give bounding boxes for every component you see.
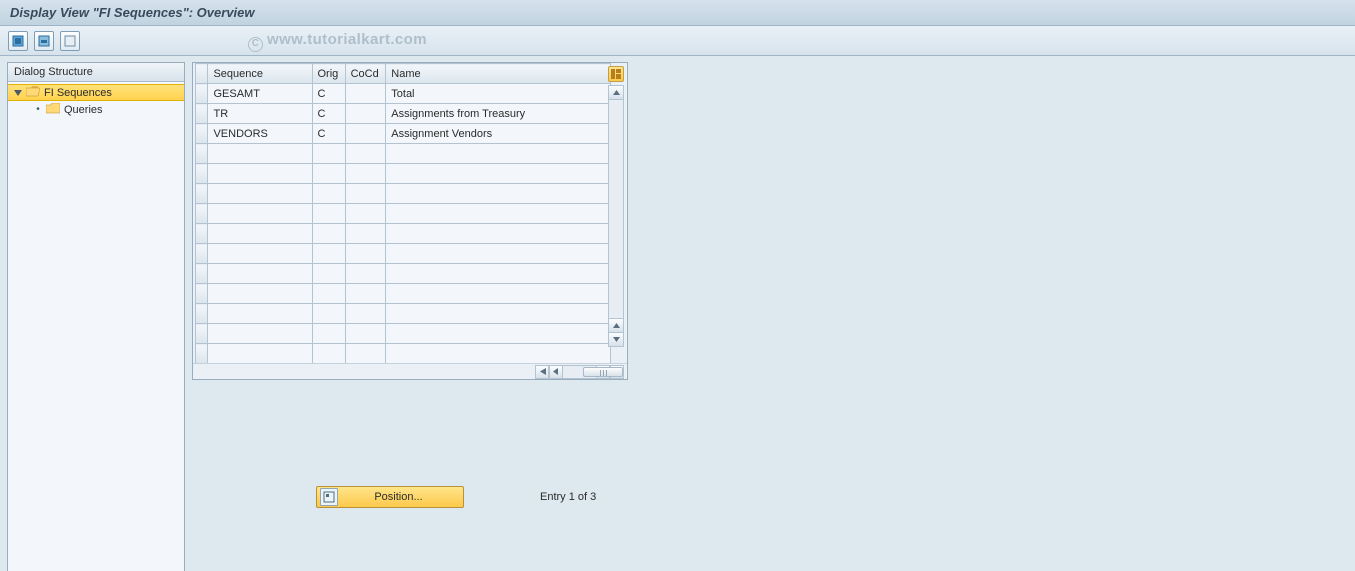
table-row-empty[interactable]	[196, 224, 611, 244]
tree-node-fi-sequences[interactable]: FI Sequences	[8, 84, 184, 101]
table-row-empty[interactable]	[196, 304, 611, 324]
application-toolbar: Cwww.tutorialkart.com	[0, 26, 1355, 56]
row-selector[interactable]	[196, 204, 208, 224]
scroll-up-icon[interactable]	[609, 86, 623, 100]
deselect-button[interactable]	[60, 31, 80, 51]
horizontal-scroll-area	[193, 363, 627, 379]
row-selector[interactable]	[196, 304, 208, 324]
scroll-down-icon[interactable]	[609, 332, 623, 346]
vertical-scrollbar[interactable]	[608, 85, 624, 347]
table-row-empty[interactable]	[196, 264, 611, 284]
position-button[interactable]: Position...	[316, 486, 464, 508]
row-selector[interactable]	[196, 84, 208, 104]
row-selector[interactable]	[196, 264, 208, 284]
cell-name[interactable]: Assignments from Treasury	[386, 104, 611, 124]
tree-node-queries[interactable]: • Queries	[8, 101, 184, 118]
tree-header: Dialog Structure	[8, 63, 184, 82]
row-selector[interactable]	[196, 144, 208, 164]
table-body: GESAMTC Total TRC Assignments from Treasury…	[196, 84, 611, 364]
table-row-empty[interactable]	[196, 324, 611, 344]
row-selector[interactable]	[196, 104, 208, 124]
scroll-first-icon[interactable]	[535, 365, 549, 379]
table-settings-button[interactable]	[608, 66, 624, 82]
entry-count: Entry 1 of 3	[540, 491, 596, 503]
row-selector[interactable]	[196, 284, 208, 304]
cell-cocd[interactable]	[345, 104, 386, 124]
data-table: Sequence Orig CoCd Name GESAMTC Total TRC A…	[195, 63, 611, 364]
cell-name[interactable]: Total	[386, 84, 611, 104]
column-header-name[interactable]: Name	[386, 64, 611, 84]
dialog-structure-panel: Dialog Structure FI Sequences • Queries	[7, 62, 185, 571]
watermark: Cwww.tutorialkart.com	[248, 31, 427, 52]
table-row-empty[interactable]	[196, 284, 611, 304]
tree-body: FI Sequences • Queries	[8, 82, 184, 571]
column-header-sequence[interactable]: Sequence	[208, 64, 312, 84]
row-selector[interactable]	[196, 244, 208, 264]
table-row[interactable]: GESAMTC Total	[196, 84, 611, 104]
cell-sequence[interactable]: TR	[208, 104, 312, 124]
position-button-label: Position...	[348, 491, 463, 503]
page-title: Display View "FI Sequences": Overview	[10, 5, 255, 20]
position-icon	[320, 488, 338, 506]
table-row-empty[interactable]	[196, 244, 611, 264]
cell-orig[interactable]: C	[312, 104, 345, 124]
table-row-empty[interactable]	[196, 144, 611, 164]
column-header-cocd[interactable]: CoCd	[345, 64, 386, 84]
h-scroll-thumb[interactable]	[583, 367, 623, 377]
row-selector[interactable]	[196, 164, 208, 184]
cell-orig[interactable]: C	[312, 84, 345, 104]
tree-node-label: FI Sequences	[44, 87, 112, 99]
table-row[interactable]: VENDORSC Assignment Vendors	[196, 124, 611, 144]
cell-cocd[interactable]	[345, 124, 386, 144]
select-all-button[interactable]	[8, 31, 28, 51]
folder-closed-icon	[46, 103, 60, 117]
row-selector[interactable]	[196, 344, 208, 364]
cell-cocd[interactable]	[345, 84, 386, 104]
table-panel: Sequence Orig CoCd Name GESAMTC Total TRC A…	[192, 62, 628, 380]
column-header-orig[interactable]: Orig	[312, 64, 345, 84]
caret-down-icon[interactable]	[14, 89, 22, 97]
table-row[interactable]: TRC Assignments from Treasury	[196, 104, 611, 124]
cell-sequence[interactable]: GESAMT	[208, 84, 312, 104]
folder-open-icon	[26, 86, 40, 100]
bullet-icon: •	[34, 106, 42, 114]
row-selector[interactable]	[196, 184, 208, 204]
scroll-left-icon[interactable]	[549, 365, 563, 379]
cell-name[interactable]: Assignment Vendors	[386, 124, 611, 144]
cell-sequence[interactable]: VENDORS	[208, 124, 312, 144]
table-row-empty[interactable]	[196, 164, 611, 184]
select-block-button[interactable]	[34, 31, 54, 51]
row-selector-header[interactable]	[196, 64, 208, 84]
row-selector[interactable]	[196, 324, 208, 344]
table-row-empty[interactable]	[196, 184, 611, 204]
row-selector[interactable]	[196, 124, 208, 144]
scroll-up-step-icon[interactable]	[609, 318, 623, 332]
h-scroll-track[interactable]	[563, 365, 596, 379]
table-row-empty[interactable]	[196, 204, 611, 224]
table-row-empty[interactable]	[196, 344, 611, 364]
tree-node-label: Queries	[64, 104, 103, 116]
row-selector[interactable]	[196, 224, 208, 244]
cell-orig[interactable]: C	[312, 124, 345, 144]
